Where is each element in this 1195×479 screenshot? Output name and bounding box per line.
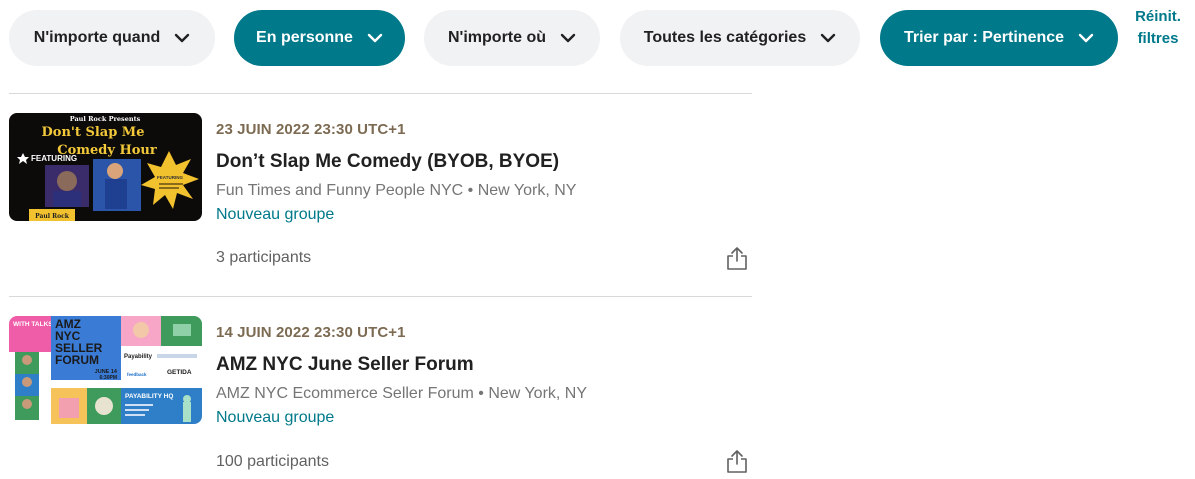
reset-filters-line2: filtres [1137, 30, 1179, 47]
thumb-time: 6:30PM [99, 375, 117, 381]
thumb-sponsor-1: Payability [124, 354, 153, 360]
thumb-name: Paul Rock [35, 213, 70, 220]
thumb-forum: FORUM [55, 353, 99, 367]
share-icon[interactable] [725, 245, 749, 271]
event-group: AMZ NYC Ecommerce Seller Forum • New Yor… [216, 385, 588, 402]
thumb-burst-text: FEATURING [157, 175, 183, 180]
location-filter-label: N'importe où [447, 29, 547, 46]
event-title[interactable]: AMZ NYC June Seller Forum [216, 354, 474, 376]
event-title[interactable]: Don’t Slap Me Comedy (BYOB, BYOE) [216, 151, 559, 173]
reset-filters-line1: Réinit. [1135, 8, 1181, 25]
event-date: 23 JUIN 2022 23:30 UTC+1 [216, 121, 406, 138]
thumb-presenter: Paul Rock Presents [70, 115, 141, 123]
sort-dropdown[interactable]: Trier par : Pertinence [880, 10, 1118, 66]
event-date: 14 JUIN 2022 23:30 UTC+1 [216, 324, 406, 341]
new-group-label: Nouveau groupe [216, 206, 335, 223]
share-icon[interactable] [725, 448, 749, 474]
chevron-down-icon [820, 33, 836, 43]
new-group-label: Nouveau groupe [216, 409, 335, 426]
attendee-count: 100 participants [216, 453, 329, 470]
type-filter-label: En personne [256, 29, 353, 46]
date-filter-label: N'importe quand [33, 29, 161, 46]
sort-label: Trier par : Pertinence [903, 29, 1065, 46]
chevron-down-icon [367, 33, 383, 43]
thumb-featuring: FEATURING [31, 154, 77, 163]
type-filter-dropdown[interactable]: En personne [234, 10, 405, 66]
event-thumbnail[interactable]: WITH TALKS FROM: AMZ NYC SELLER FORUM JU… [9, 316, 202, 424]
thumb-title-1: Don't Slap Me [42, 125, 145, 140]
category-filter-dropdown[interactable]: Toutes les catégories [620, 10, 860, 66]
category-filter-label: Toutes les catégories [643, 29, 807, 46]
chevron-down-icon [174, 33, 190, 43]
filter-bar: N'importe quand En personne N'importe où… [9, 10, 1195, 66]
thumb-sponsor-2: GETIDA [167, 369, 192, 376]
event-card[interactable]: Paul Rock Presents Don't Slap Me Comedy … [9, 93, 752, 296]
event-group: Fun Times and Funny People NYC • New Yor… [216, 182, 577, 199]
event-thumbnail[interactable]: Paul Rock Presents Don't Slap Me Comedy … [9, 113, 202, 221]
chevron-down-icon [1078, 33, 1094, 43]
chevron-down-icon [560, 33, 576, 43]
reset-filters-link[interactable]: Réinit. filtres [1128, 6, 1188, 50]
thumb-hq: PAYABILITY HQ [125, 393, 173, 400]
date-filter-dropdown[interactable]: N'importe quand [9, 10, 215, 66]
event-card[interactable]: WITH TALKS FROM: AMZ NYC SELLER FORUM JU… [9, 296, 752, 473]
location-filter-dropdown[interactable]: N'importe où [424, 10, 600, 66]
thumb-sponsor-3: feedback [127, 372, 147, 377]
attendee-count: 3 participants [216, 249, 312, 266]
